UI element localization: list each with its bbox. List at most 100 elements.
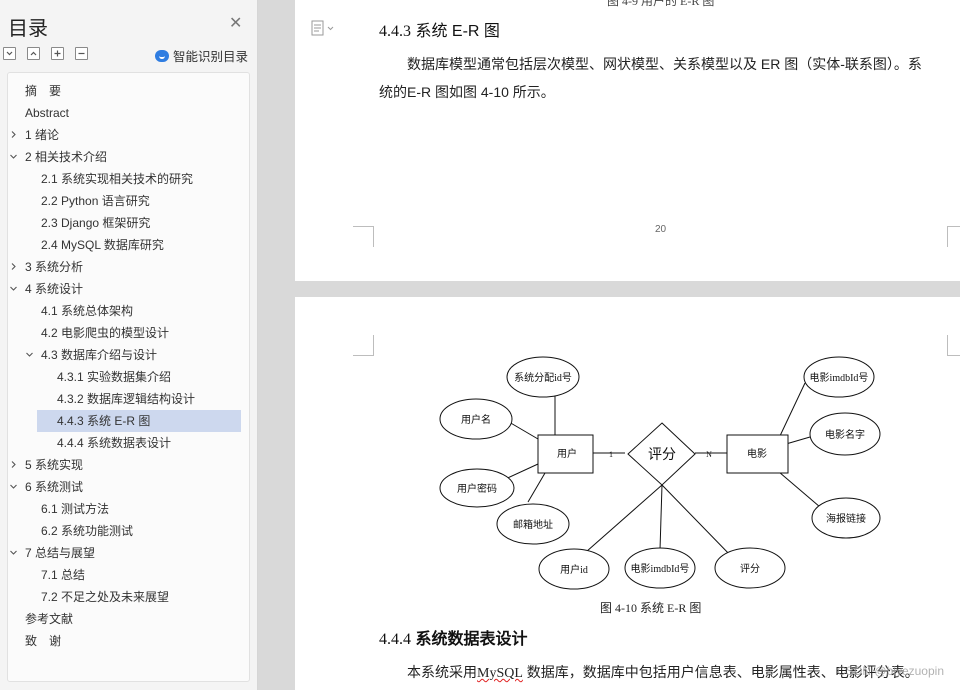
toc-item-label: 2.2 Python 语言研究 [41, 194, 150, 208]
toc-item[interactable]: 2.1 系统实现相关技术的研究 [8, 168, 249, 190]
paragraph-text: 本系统采用 [407, 664, 477, 680]
er-attribute: 系统分配id号 [514, 371, 572, 384]
smart-toc-button[interactable]: 智能识别目录 [155, 46, 248, 65]
toc-item-label: 7 总结与展望 [25, 546, 96, 560]
toc-item[interactable]: 2 相关技术介绍 [8, 146, 249, 168]
er-entity-user: 用户 [557, 447, 577, 460]
toc-item-label: 参考文献 [25, 612, 74, 626]
toc-item-label: 4.1 系统总体架构 [41, 304, 134, 318]
toc-item[interactable]: 4.4.3 系统 E-R 图 [37, 410, 241, 432]
chevron-right-icon[interactable] [10, 461, 17, 468]
er-cardinality-right: N [706, 450, 712, 459]
document-area[interactable]: 图 4-9 用户的 E-R 图 4.4.3 系统 E-R 图 数据库模型通常包括… [258, 0, 960, 690]
section-heading-4-4-4: 4.4.4 系统数据表设计 [379, 625, 527, 649]
toc-item-label: 6.1 测试方法 [41, 502, 110, 516]
toc-item-label: 3 系统分析 [25, 260, 84, 274]
toc-item[interactable]: 摘 要 [8, 80, 249, 102]
toc-item-label: 2 相关技术介绍 [25, 150, 108, 164]
heading-text: 系统数据表设计 [415, 631, 528, 648]
chevron-down-icon[interactable] [10, 483, 17, 490]
toc-item-label: 1 绪论 [25, 128, 60, 142]
toc-item[interactable]: 7.1 总结 [8, 564, 249, 586]
toc-item[interactable]: 6 系统测试 [8, 476, 249, 498]
er-cardinality-left: 1 [609, 450, 613, 459]
document-page: 用户 电影 评分 1 N 系统分配id号 用户名 用户密码 邮箱地址 电影imd… [295, 297, 960, 690]
toc-item-label: 2.1 系统实现相关技术的研究 [41, 172, 194, 186]
heading-text: 系统 E-R 图 [415, 23, 500, 40]
chevron-down-icon[interactable] [10, 153, 17, 160]
toc-title: 目录 [8, 18, 48, 40]
er-attribute: 用户id [560, 563, 588, 576]
er-attribute: 评分 [740, 563, 760, 575]
toc-item[interactable]: 4.3.1 实验数据集介绍 [8, 366, 249, 388]
spellcheck-word[interactable]: MySQL [477, 666, 523, 681]
toc-item-label: 5 系统实现 [25, 458, 84, 472]
section-heading-4-4-3: 4.4.3 系统 E-R 图 [379, 17, 500, 41]
toc-sidebar: 目录 ✕ 智能识别目录 摘 要 Abstract 1 绪论 2 相关技术介绍 2.1 系… [0, 0, 258, 690]
toc-item-label: 6 系统测试 [25, 480, 84, 494]
toc-item[interactable]: 2.3 Django 框架研究 [8, 212, 249, 234]
toc-item[interactable]: Abstract [8, 102, 249, 124]
toc-item[interactable]: 4.4.4 系统数据表设计 [8, 432, 249, 454]
paragraph-line: 数据库模型通常包括层次模型、网状模型、关系模型以及 ER 图（实体-联系图）。系 [407, 56, 922, 72]
document-page: 图 4-9 用户的 E-R 图 4.4.3 系统 E-R 图 数据库模型通常包括… [295, 0, 960, 281]
toc-item[interactable]: 1 绪论 [8, 124, 249, 146]
page-corner-mark [947, 226, 960, 247]
toc-item-label: 4.4.4 系统数据表设计 [57, 436, 172, 450]
chevron-down-icon[interactable] [10, 549, 17, 556]
er-attribute: 用户名 [461, 413, 491, 426]
er-relation: 评分 [648, 447, 676, 463]
toc-item-label: 4 系统设计 [25, 282, 84, 296]
toc-item[interactable]: 4 系统设计 [8, 278, 249, 300]
toc-item[interactable]: 3 系统分析 [8, 256, 249, 278]
er-attribute: 用户密码 [457, 482, 497, 495]
er-entity-movie: 电影 [747, 447, 767, 460]
toc-item[interactable]: 7 总结与展望 [8, 542, 249, 564]
smart-recognition-icon [155, 50, 169, 62]
toc-item[interactable]: 4.3 数据库介绍与设计 [8, 344, 249, 366]
figure-caption: 图 4-10 系统 E-R 图 [600, 601, 702, 615]
page-corner-mark [353, 226, 374, 247]
toc-item[interactable]: 4.2 电影爬虫的模型设计 [8, 322, 249, 344]
er-attribute: 电影名字 [825, 428, 865, 441]
add-heading-icon[interactable] [51, 47, 64, 60]
er-attribute: 邮箱地址 [513, 518, 553, 531]
collapse-all-icon[interactable] [3, 47, 16, 60]
toc-item-label: 7.2 不足之处及未来展望 [41, 590, 170, 604]
toc-item-label: 2.3 Django 框架研究 [41, 216, 151, 230]
smart-toc-label: 智能识别目录 [173, 50, 249, 64]
toc-item-label: 7.1 总结 [41, 568, 86, 582]
toc-item[interactable]: 6.2 系统功能测试 [8, 520, 249, 542]
toc-item[interactable]: 致 谢 [8, 630, 249, 652]
er-attribute: 海报链接 [826, 512, 866, 525]
prev-figure-caption: 图 4-9 用户的 E-R 图 [607, 0, 715, 8]
chevron-right-icon[interactable] [10, 263, 17, 270]
document-outline-icon[interactable] [311, 20, 339, 36]
toc-item[interactable]: 2.2 Python 语言研究 [8, 190, 249, 212]
expand-all-icon[interactable] [27, 47, 40, 60]
toc-item-label: 摘 要 [25, 84, 62, 98]
toc-item[interactable]: 4.1 系统总体架构 [8, 300, 249, 322]
er-attribute: 电影imdbId号 [810, 371, 869, 384]
chevron-right-icon[interactable] [10, 131, 17, 138]
page-number: 20 [655, 224, 667, 235]
toc-item-label: 4.4.3 系统 E-R 图 [57, 414, 151, 428]
toc-item[interactable]: 6.1 测试方法 [8, 498, 249, 520]
toc-item-label: 4.3 数据库介绍与设计 [41, 348, 158, 362]
toc-item[interactable]: 参考文献 [8, 608, 249, 630]
toc-item-label: 4.2 电影爬虫的模型设计 [41, 326, 170, 340]
toc-item[interactable]: 5 系统实现 [8, 454, 249, 476]
remove-heading-icon[interactable] [75, 47, 88, 60]
toc-list: 摘 要 Abstract 1 绪论 2 相关技术介绍 2.1 系统实现相关技术的研究 2.… [7, 72, 250, 682]
toc-item-label: Abstract [25, 106, 70, 120]
close-icon[interactable]: ✕ [229, 16, 242, 32]
chevron-down-icon[interactable] [10, 285, 17, 292]
toc-item[interactable]: 7.2 不足之处及未来展望 [8, 586, 249, 608]
heading-number: 4.4.4 [379, 631, 411, 648]
chevron-down-icon[interactable] [26, 351, 33, 358]
watermark: CSDN @biyezuopin [837, 664, 944, 678]
toc-item-label: 2.4 MySQL 数据库研究 [41, 238, 164, 252]
heading-number: 4.4.3 [379, 23, 411, 40]
toc-item[interactable]: 2.4 MySQL 数据库研究 [8, 234, 249, 256]
toc-item[interactable]: 4.3.2 数据库逻辑结构设计 [8, 388, 249, 410]
